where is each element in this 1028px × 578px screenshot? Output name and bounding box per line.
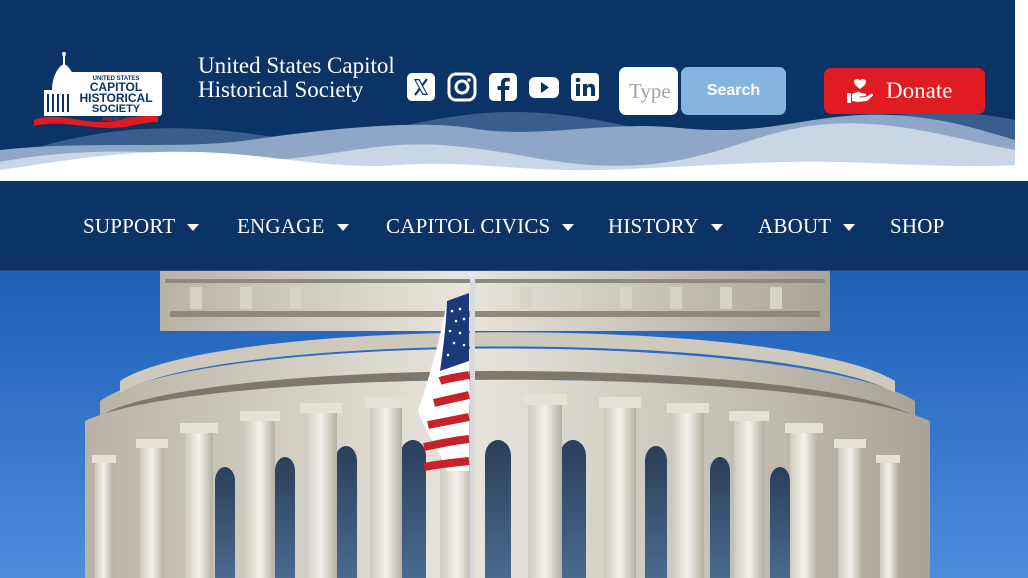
nav-item-label: SUPPORT [83, 213, 176, 238]
nav-item-engage[interactable]: ENGAGE [237, 181, 349, 271]
nav-item-label: HISTORY [608, 213, 699, 238]
nav-item-label: SHOP [890, 213, 945, 238]
nav-item-history[interactable]: HISTORY [608, 181, 723, 271]
search-button[interactable]: Search [681, 67, 786, 115]
nav-item-capitol-civics[interactable]: CAPITOL CIVICS [386, 181, 575, 271]
header-edge [1015, 0, 1028, 181]
facebook-icon[interactable] [488, 72, 518, 102]
site-header: UNITED STATES CAPITOL HISTORICAL SOCIETY… [0, 0, 1015, 181]
hand-heart-icon [847, 79, 874, 103]
donate-label: Donate [886, 78, 953, 103]
caret-down-icon [336, 223, 349, 231]
linkedin-icon[interactable] [570, 72, 600, 102]
caret-down-icon [710, 223, 723, 231]
social-links [406, 72, 600, 102]
nav-item-shop[interactable]: SHOP [890, 181, 945, 271]
search-input[interactable] [619, 67, 678, 115]
donate-button[interactable]: Donate [824, 68, 985, 114]
nav-item-label: ENGAGE [237, 213, 325, 238]
youtube-icon[interactable] [529, 72, 559, 102]
logo-line5: AMERICA250 [102, 117, 134, 123]
site-title[interactable]: United States Capitol Historical Society [198, 54, 398, 102]
main-nav: SUPPORT ENGAGE CAPITOL CIVICS HISTORY AB… [0, 181, 1028, 271]
caret-down-icon [562, 223, 575, 231]
nav-item-label: ABOUT [758, 213, 832, 238]
caret-down-icon [187, 223, 200, 231]
nav-item-label: CAPITOL CIVICS [386, 213, 551, 238]
instagram-icon[interactable] [447, 72, 477, 102]
hero-image-capitol-dome [0, 271, 1028, 578]
nav-item-support[interactable]: SUPPORT [83, 181, 200, 271]
nav-item-about[interactable]: ABOUT [758, 181, 856, 271]
x-icon[interactable] [406, 72, 436, 102]
society-logo[interactable]: UNITED STATES CAPITOL HISTORICAL SOCIETY… [30, 50, 165, 130]
capitol-dome-illustration [0, 271, 1028, 578]
caret-down-icon [843, 223, 856, 231]
logo-line4: SOCIETY [92, 103, 141, 115]
